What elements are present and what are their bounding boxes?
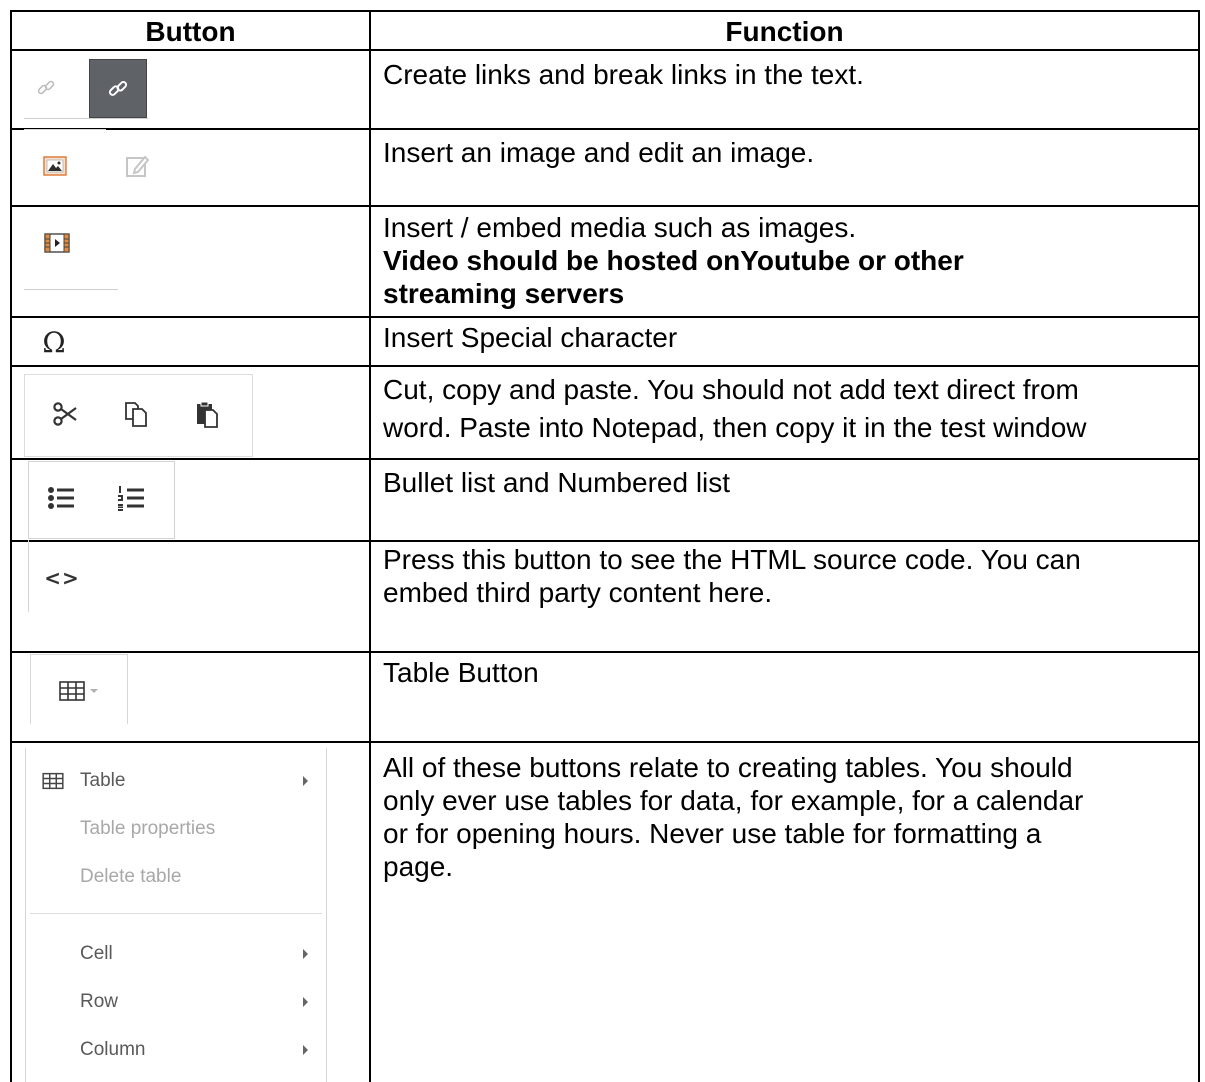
cut-button[interactable] (48, 396, 82, 432)
table-border-middle (369, 10, 371, 1082)
function-line: page. (383, 851, 454, 882)
function-line: All of these buttons relate to creating … (383, 752, 1073, 783)
toolbar-edge (28, 540, 29, 612)
function-line-bold: streaming servers (383, 278, 625, 309)
image-icon (43, 156, 67, 176)
row-divider (10, 49, 1200, 51)
row-divider (10, 458, 1200, 460)
menu-separator (30, 913, 322, 914)
edit-image-icon (126, 155, 150, 177)
row-divider (10, 651, 1200, 653)
row-divider (10, 365, 1200, 367)
function-line: Table Button (383, 657, 539, 688)
media-icon (44, 233, 70, 253)
function-text-special-char: Insert Special character (383, 321, 677, 354)
toolbar-edge (30, 654, 128, 655)
function-line-bold: Video should be hosted onYoutube or othe… (383, 245, 964, 276)
submenu-arrow-icon (303, 997, 308, 1007)
table-button[interactable] (50, 676, 108, 706)
function-text-table: Table Button (383, 656, 539, 689)
menu-item-row[interactable]: Row (26, 981, 326, 1021)
insert-media-button[interactable] (40, 228, 74, 258)
function-line: Insert an image and edit an image. (383, 137, 815, 168)
function-line: embed third party content here. (383, 577, 773, 608)
column-header-button: Button (145, 16, 236, 47)
toolbar-edge (127, 654, 128, 724)
buttons-table: Button Function Create links and break l… (0, 0, 1205, 1082)
table-menu: Table Table properties Delete table Cell… (25, 748, 327, 1082)
paste-button[interactable] (190, 396, 224, 432)
function-text-lists: Bullet list and Numbered list (383, 466, 730, 499)
function-text-image: Insert an image and edit an image. (383, 136, 814, 169)
row-divider (10, 741, 1200, 743)
link-button[interactable] (89, 59, 147, 118)
function-text-media: Insert / embed media such as images. Vid… (383, 211, 964, 310)
link-icon (108, 80, 128, 96)
chevron-down-icon (90, 689, 98, 693)
paste-icon (197, 401, 218, 428)
numbered-list-icon (118, 486, 144, 511)
table-border-top (10, 10, 1200, 12)
menu-item-table-properties[interactable]: Table properties (26, 808, 326, 848)
menu-item-column[interactable]: Column (26, 1029, 326, 1069)
bullet-list-button[interactable] (44, 480, 78, 516)
menu-item-cell[interactable]: Cell (26, 933, 326, 973)
toolbar-edge (24, 129, 106, 130)
menu-item-label: Table (80, 770, 126, 791)
function-text-table-menu: All of these buttons relate to creating … (383, 751, 1083, 883)
function-text-source: Press this button to see the HTML source… (383, 543, 1081, 609)
unlink-button[interactable] (28, 66, 64, 110)
function-text-clipboard: Cut, copy and paste. You should not add … (383, 373, 1087, 444)
menu-item-label: Table properties (80, 818, 216, 839)
source-code-button[interactable]: <> (44, 561, 80, 595)
row-divider (10, 316, 1200, 318)
copy-icon (125, 402, 147, 427)
toolbar-edge (24, 289, 118, 290)
table-icon (59, 681, 85, 701)
insert-image-button[interactable] (40, 152, 70, 180)
row-divider (10, 128, 1200, 130)
menu-item-label: Cell (80, 943, 113, 964)
submenu-arrow-icon (303, 776, 308, 786)
menu-item-delete-table[interactable]: Delete table (26, 856, 326, 896)
copy-button[interactable] (119, 396, 153, 432)
table-border-right (1198, 10, 1200, 1082)
function-line: Cut, copy and paste. You should not add … (383, 374, 1079, 405)
function-line: Bullet list and Numbered list (383, 467, 731, 498)
menu-item-table[interactable]: Table (26, 760, 326, 800)
function-line: Insert Special character (383, 322, 678, 353)
row-divider (10, 205, 1200, 207)
menu-item-label: Column (80, 1039, 146, 1060)
toolbar-edge (30, 654, 31, 724)
function-line: Press this button to see the HTML source… (383, 544, 1081, 575)
toolbar-edge (24, 118, 148, 119)
function-line: Insert / embed media such as images. (383, 212, 857, 243)
table-icon (42, 772, 64, 790)
cut-icon (53, 402, 77, 426)
menu-item-label: Row (80, 991, 119, 1012)
submenu-arrow-icon (303, 949, 308, 959)
edit-image-button[interactable] (121, 151, 155, 181)
submenu-arrow-icon (303, 1045, 308, 1055)
function-line: only ever use tables for data, for examp… (383, 785, 1084, 816)
function-line: Create links and break links in the text… (383, 59, 864, 90)
function-text-links: Create links and break links in the text… (383, 58, 864, 91)
table-border-left (10, 10, 12, 1082)
column-header-function: Function (725, 16, 844, 47)
bullet-list-icon (48, 487, 74, 509)
menu-item-label: Delete table (80, 866, 182, 887)
function-line: or for opening hours. Never use table fo… (383, 818, 1042, 849)
special-character-button[interactable]: Ω (34, 324, 74, 360)
omega-icon: Ω (42, 325, 66, 359)
unlink-icon (37, 80, 55, 95)
row-divider (10, 540, 1200, 542)
numbered-list-button[interactable] (114, 480, 148, 516)
source-code-icon: <> (44, 566, 80, 590)
function-line: word. Paste into Notepad, then copy it i… (383, 412, 1087, 443)
